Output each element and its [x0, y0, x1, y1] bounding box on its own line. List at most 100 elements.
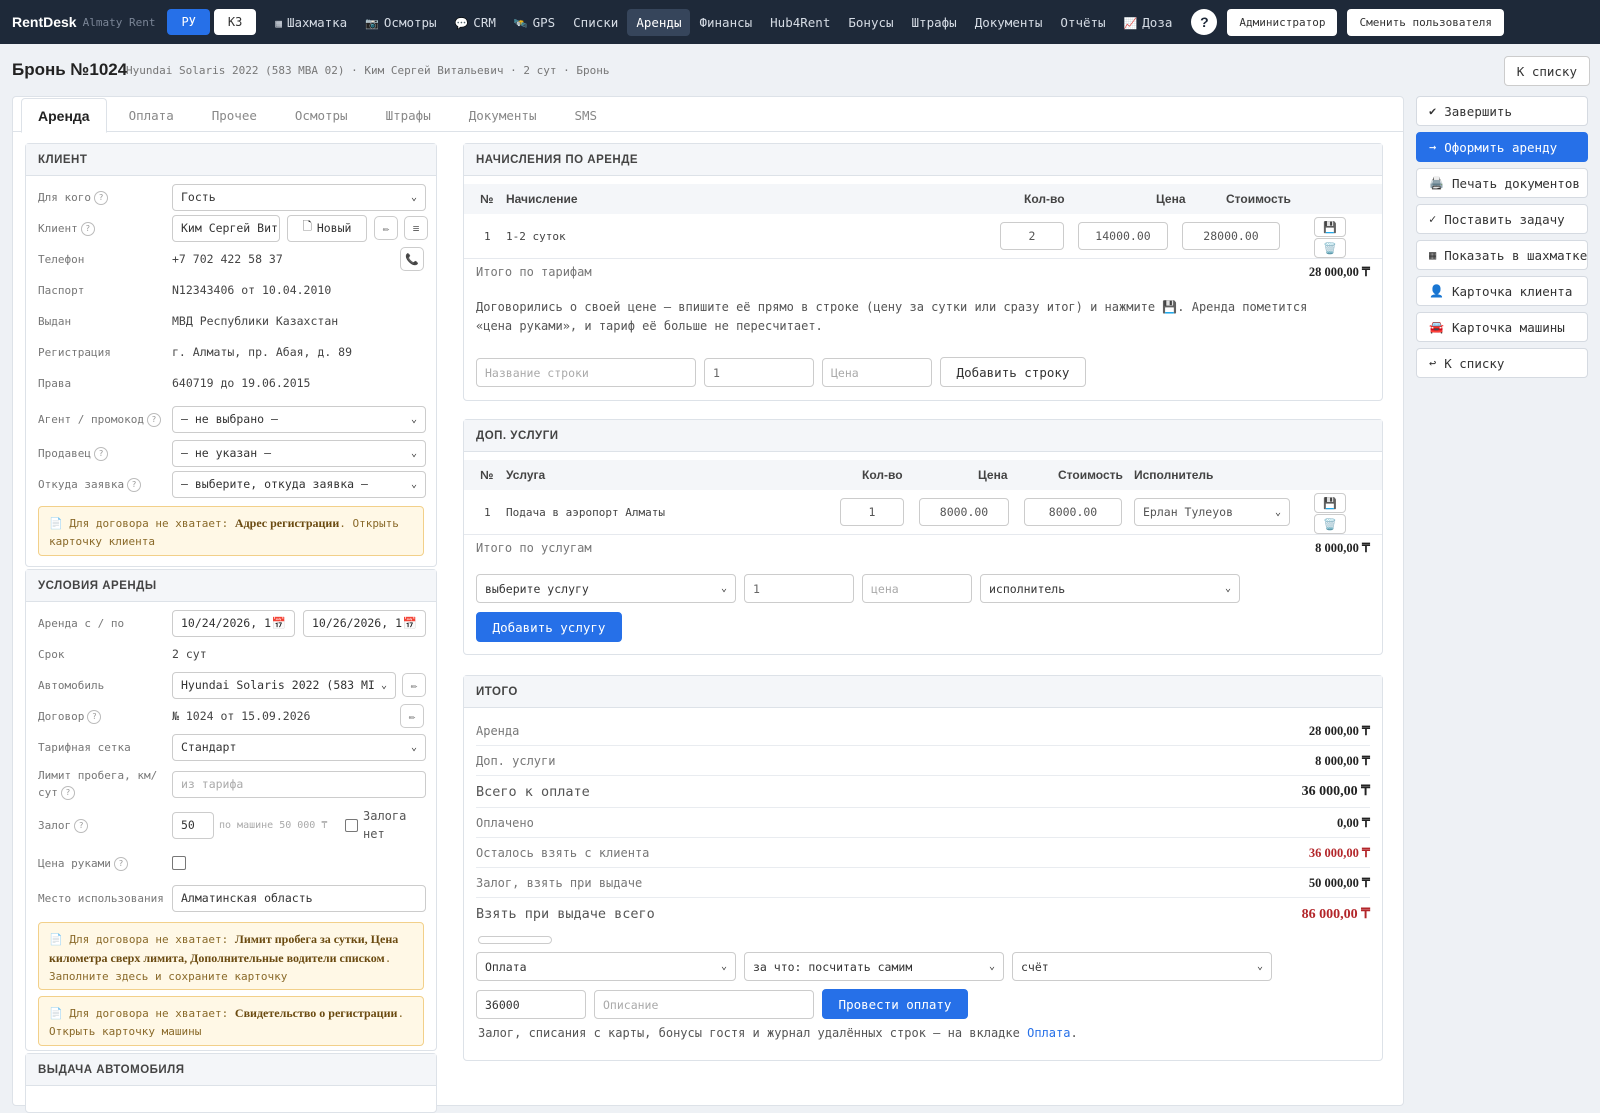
tab-other[interactable]: Прочее [196, 98, 273, 133]
help-icon[interactable]: ? [93, 190, 108, 205]
delete-icon[interactable]: 🗑️ [1314, 238, 1346, 258]
help-icon[interactable]: ? [146, 412, 161, 427]
new-service-qty-input[interactable]: 1 [744, 574, 854, 603]
to-list-button[interactable]: ↩ К списку [1416, 348, 1588, 378]
no-deposit-checkbox[interactable] [345, 818, 358, 832]
col-name: Услуга [506, 468, 546, 482]
row-cost-input[interactable]: 28000.00 [1182, 222, 1280, 250]
nav-documents[interactable]: Документы [966, 9, 1052, 36]
car-card-button[interactable]: 🚘 Карточка машины [1416, 312, 1588, 342]
help-icon[interactable]: ? [60, 786, 75, 800]
nav-hub4rent[interactable]: Hub4Rent [761, 9, 839, 36]
nav-finance[interactable]: Финансы [690, 9, 761, 36]
help-icon[interactable]: ? [80, 221, 95, 236]
lang-kz-button[interactable]: КЗ [213, 9, 257, 35]
nav-gps[interactable]: 🛰️ GPS [505, 9, 564, 36]
new-charge-qty-input[interactable]: 1 [704, 358, 814, 387]
tab-payment[interactable]: Оплата [113, 98, 190, 133]
new-charge-price-input[interactable]: Цена [822, 358, 932, 387]
client-card-button[interactable]: 👤 Карточка клиента [1416, 276, 1588, 306]
row-price-input[interactable]: 14000.00 [1078, 222, 1168, 250]
tariff-select[interactable]: Стандарт ⌄ [172, 733, 426, 761]
nav-chessboard[interactable]: ▦ Шахматка [266, 9, 356, 36]
print-documents-button[interactable]: 🖨️ Печать документов [1416, 168, 1588, 198]
nav-fines[interactable]: Штрафы [903, 9, 966, 36]
switch-user-button[interactable]: Сменить пользователя [1347, 8, 1504, 36]
nav-lists[interactable]: Списки [564, 9, 627, 36]
deposit-input[interactable]: 50 [172, 811, 214, 839]
place-input[interactable]: Алматинская область [172, 884, 426, 912]
payment-description-input[interactable]: Описание [594, 990, 814, 1019]
tab-documents[interactable]: Документы [453, 98, 553, 133]
client-list-icon[interactable]: ≡ [404, 216, 428, 240]
add-row-button[interactable]: Добавить строку [940, 357, 1086, 387]
source-value: — выберите, откуда заявка — [181, 477, 368, 491]
edit-contract-icon[interactable]: ✏ [400, 704, 424, 728]
show-in-chessboard-button[interactable]: ▦ Показать в шахматке [1416, 240, 1588, 270]
service-select[interactable]: выберите услугу ⌄ [476, 574, 736, 603]
action-label: Карточка машины [1451, 319, 1565, 335]
date-to-input[interactable]: 10/26/2026, 1 📅 [303, 609, 426, 637]
phone-value: +7 702 422 58 37 [172, 252, 283, 266]
tab-rental[interactable]: Аренда [21, 98, 107, 133]
nav-crm[interactable]: 💬 CRM [446, 9, 505, 36]
lang-ru-button[interactable]: РУ [167, 9, 210, 35]
action-label: Карточка клиента [1451, 283, 1573, 299]
new-client-label: Новый [316, 221, 352, 235]
nav-income[interactable]: 📈 Доза [1115, 9, 1182, 36]
source-select[interactable]: — выберите, откуда заявка — ⌄ [172, 470, 426, 498]
contract-row: Договор? № 1024 от 15.09.2026 ✏ [38, 701, 424, 731]
payment-type-select[interactable]: Оплата ⌄ [476, 952, 736, 981]
tab-fines[interactable]: Штрафы [370, 98, 447, 133]
help-icon[interactable]: ? [93, 446, 108, 461]
help-icon[interactable]: ? [127, 477, 142, 492]
new-charge-name-input[interactable]: Название строки [476, 358, 696, 387]
nav-inspections[interactable]: 📷 Осмотры [356, 9, 445, 36]
mileage-input[interactable]: из тарифа [172, 770, 426, 798]
edit-car-icon[interactable]: ✏ [402, 673, 426, 697]
delete-icon[interactable]: 🗑️ [1314, 514, 1346, 534]
client-input[interactable]: Ким Сергей Вит [172, 214, 280, 242]
open-car-card-link[interactable]: Открыть карточку машины [49, 1025, 201, 1038]
new-client-button[interactable]: 🗋 Новый [287, 214, 367, 242]
set-task-button[interactable]: ✓ Поставить задачу [1416, 204, 1588, 234]
row-executor-select[interactable]: Ерлан Тулеуов ⌄ [1134, 498, 1290, 526]
seller-select[interactable]: — не указан — ⌄ [172, 439, 426, 467]
help-icon[interactable]: ? [74, 818, 89, 833]
nav-reports[interactable]: Отчёты [1051, 9, 1114, 36]
help-icon[interactable]: ? [1191, 9, 1218, 35]
row-price-input[interactable]: 8000.00 [919, 498, 1009, 526]
create-rental-button[interactable]: → Оформить аренду [1416, 132, 1588, 162]
brand-logo[interactable]: RentDesk [12, 14, 77, 30]
help-icon[interactable]: ? [87, 709, 102, 724]
date-from-input[interactable]: 10/24/2026, 1 📅 [172, 609, 295, 637]
add-service-button[interactable]: Добавить услугу [476, 612, 622, 642]
finish-button[interactable]: ✔ Завершить [1416, 96, 1588, 126]
payment-tab-link[interactable]: Оплата [1027, 1026, 1070, 1040]
tab-inspections[interactable]: Осмотры [279, 98, 364, 133]
edit-client-icon[interactable]: ✏ [374, 216, 398, 240]
nav-bonuses[interactable]: Бонусы [839, 9, 902, 36]
nav-rentals[interactable]: Аренды [627, 8, 691, 36]
for-whom-select[interactable]: Гость ⌄ [172, 183, 426, 211]
row-cost-input[interactable]: 8000.00 [1024, 498, 1122, 526]
help-icon[interactable]: ? [113, 856, 128, 871]
car-select[interactable]: Hyundai Solaris 2022 (583 MI ⌄ [172, 671, 396, 699]
payment-amount-input[interactable]: 36000 [476, 990, 586, 1019]
admin-button[interactable]: Администратор [1227, 8, 1338, 36]
row-qty-input[interactable]: 2 [1000, 222, 1064, 250]
col-qty: Кол-во [1024, 192, 1065, 206]
account-select[interactable]: счёт ⌄ [1012, 952, 1272, 981]
phone-call-icon[interactable]: 📞 [400, 247, 424, 271]
agent-select[interactable]: — не выбрано — ⌄ [172, 405, 426, 433]
save-icon[interactable]: 💾 [1314, 217, 1346, 237]
row-qty-input[interactable]: 1 [840, 498, 904, 526]
submit-payment-button[interactable]: Провести оплату [822, 989, 968, 1019]
save-icon[interactable]: 💾 [1314, 493, 1346, 513]
tab-sms[interactable]: SMS [558, 98, 613, 133]
executor-select[interactable]: исполнитель ⌄ [980, 574, 1240, 603]
payment-for-select[interactable]: за что: посчитать самим ⌄ [744, 952, 1004, 981]
new-service-price-input[interactable]: цена [862, 574, 972, 603]
manual-price-checkbox[interactable] [172, 856, 186, 870]
back-to-list-button[interactable]: К списку [1503, 56, 1590, 86]
